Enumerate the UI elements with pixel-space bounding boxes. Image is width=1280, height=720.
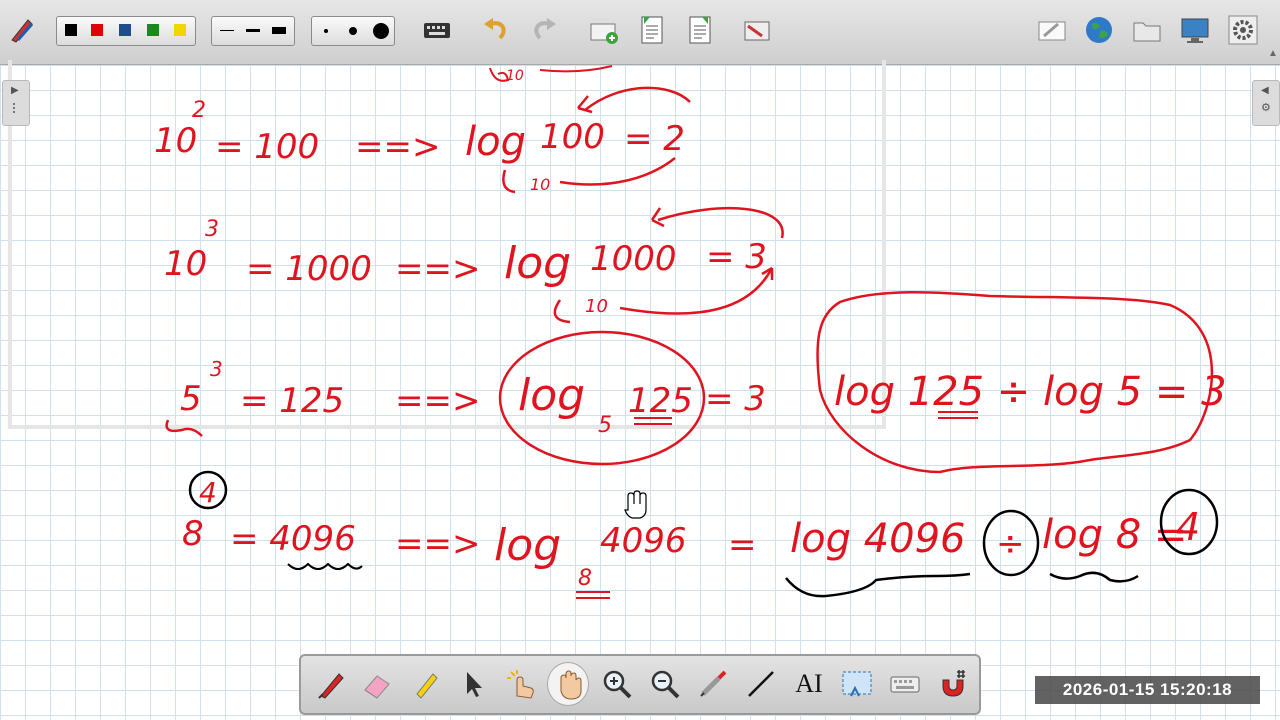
line4-log-base: 8 bbox=[578, 566, 592, 591]
line2-result: = 3 bbox=[706, 237, 767, 277]
line2-base: 10 bbox=[164, 244, 207, 284]
step-number: 4 bbox=[199, 476, 217, 509]
keyboard-icon[interactable] bbox=[887, 666, 923, 702]
hand-cursor-icon bbox=[624, 490, 647, 519]
line1-result: = 2 bbox=[624, 119, 685, 159]
text-tool-icon[interactable]: AI bbox=[791, 666, 827, 702]
eraser-icon[interactable] bbox=[359, 666, 395, 702]
line1-exponent: 2 bbox=[192, 98, 206, 123]
line2-argument: 1000 bbox=[590, 239, 677, 279]
top-residual-subscript: 10 bbox=[506, 68, 524, 84]
syringe-icon[interactable] bbox=[695, 666, 731, 702]
line4-right-log: log 8 = bbox=[1042, 512, 1187, 558]
line2-exponent: 3 bbox=[205, 217, 219, 242]
line3-exponent: 3 bbox=[210, 357, 223, 381]
hand-icon[interactable] bbox=[551, 666, 587, 702]
touch-icon[interactable] bbox=[503, 666, 539, 702]
line3-arrow: ==> bbox=[395, 381, 480, 421]
line2-log: log bbox=[504, 238, 571, 289]
line3-log: log bbox=[518, 370, 585, 421]
line1-base: 10 bbox=[154, 121, 197, 161]
line3-result: = 3 bbox=[705, 379, 766, 419]
line1-log-base: 10 bbox=[530, 175, 550, 194]
line2-log-base: 10 bbox=[585, 296, 608, 317]
highlighter-icon[interactable] bbox=[407, 666, 443, 702]
tool-palette: AI bbox=[299, 654, 981, 715]
line4-base: 8 bbox=[182, 514, 204, 554]
line4-argument: 4096 bbox=[600, 521, 687, 561]
line1-log: log bbox=[465, 119, 526, 165]
line4-left-log: log 4096 bbox=[790, 516, 966, 562]
selection-capture-icon[interactable] bbox=[839, 666, 875, 702]
line4-log: log bbox=[494, 520, 561, 571]
line3-conversion: log 125 ÷ log 5 = 3 bbox=[834, 369, 1227, 415]
pen-icon[interactable] bbox=[313, 666, 349, 702]
line1-argument: 100 bbox=[540, 117, 605, 157]
line2-arrow: ==> bbox=[395, 249, 480, 289]
magnet-icon[interactable] bbox=[935, 666, 971, 702]
line4-equals: = bbox=[728, 525, 757, 565]
line4-arrow: ==> bbox=[395, 524, 480, 564]
line1-arrow: ==> bbox=[355, 127, 440, 167]
pointer-icon[interactable] bbox=[455, 666, 491, 702]
line4-answer: 4 bbox=[1176, 505, 1200, 549]
line2-value: = 1000 bbox=[246, 249, 372, 289]
line3-base: 5 bbox=[180, 379, 202, 419]
timestamp: 2026-01-15 15:20:18 bbox=[1035, 676, 1260, 704]
line3-log-base: 5 bbox=[598, 413, 612, 438]
line4-value: = 4096 bbox=[230, 519, 356, 559]
line-icon[interactable] bbox=[743, 666, 779, 702]
line4-divide: ÷ bbox=[996, 524, 1025, 564]
zoom-in-icon[interactable] bbox=[599, 666, 635, 702]
line3-argument: 125 bbox=[628, 381, 693, 421]
line1-value: = 100 bbox=[215, 127, 319, 167]
zoom-out-icon[interactable] bbox=[647, 666, 683, 702]
handwriting-layer: 10 10 2 = 100 ==> log 10 100 = 2 10 3 = … bbox=[154, 65, 1227, 599]
line3-value: = 125 bbox=[240, 381, 344, 421]
